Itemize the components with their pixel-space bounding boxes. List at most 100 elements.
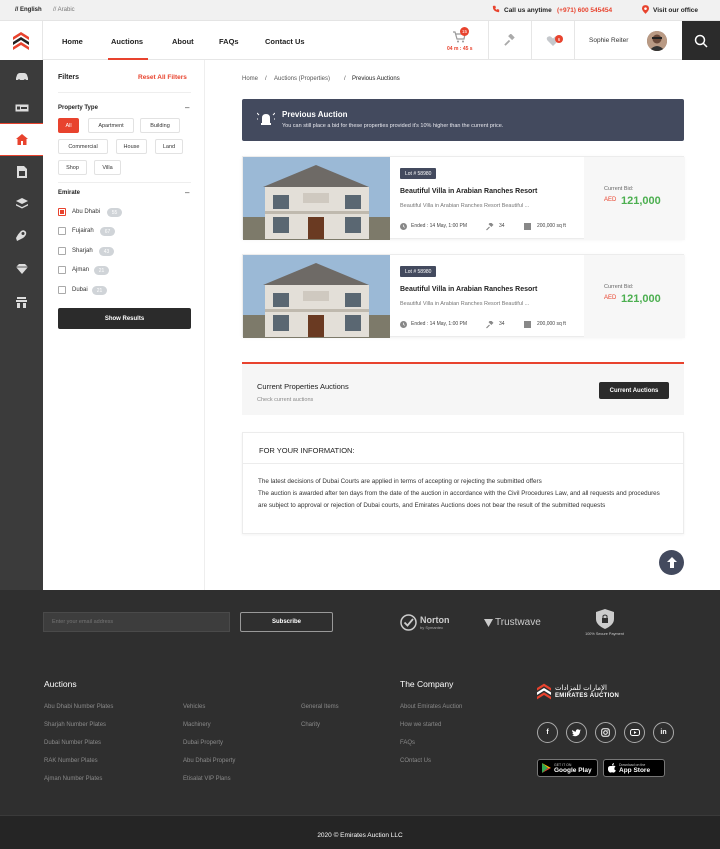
plate-icon <box>15 104 28 112</box>
footer-link[interactable]: Etisalat VIP Plans <box>183 776 231 782</box>
footer-link[interactable]: About Emirates Auction <box>400 704 462 710</box>
collapse-icon[interactable]: – <box>185 188 189 197</box>
type-chip-commercial[interactable]: Commercial <box>58 139 108 154</box>
divider <box>58 182 191 183</box>
type-chip-house[interactable]: House <box>116 139 147 154</box>
breadcrumb-sep: / <box>344 76 346 82</box>
footer-link[interactable]: Charity <box>301 722 320 728</box>
visit-office-link[interactable]: Visit our office <box>653 7 698 14</box>
emirate-label: Fujairah <box>72 228 94 234</box>
category-vip-numbers[interactable] <box>0 156 43 188</box>
type-chip-land[interactable]: Land <box>155 139 183 154</box>
call-phone[interactable]: (+971) 600 545454 <box>557 7 612 14</box>
current-auctions-button[interactable]: Current Auctions <box>599 382 669 399</box>
card-title[interactable]: Beautiful Villa in Arabian Ranches Resor… <box>400 286 537 293</box>
filters-title: Filters <box>58 74 80 81</box>
type-chip-building[interactable]: Building <box>140 118 180 133</box>
layers-icon <box>15 198 28 209</box>
footer-link[interactable]: FAQs <box>400 740 415 746</box>
type-chip-villa[interactable]: Villa <box>94 160 121 175</box>
norton-label: Norton <box>420 615 450 625</box>
footer-link[interactable]: RAK Number Plates <box>44 758 98 764</box>
app-store-button[interactable]: Download on the App Store <box>603 759 665 777</box>
collapse-icon[interactable]: – <box>185 103 189 112</box>
auction-card[interactable]: Lot # 58980 Beautiful Villa in Arabian R… <box>242 254 685 338</box>
instagram-icon[interactable] <box>595 722 616 743</box>
avatar[interactable] <box>647 31 667 51</box>
emirate-checkbox-sharjah[interactable] <box>58 247 66 255</box>
category-charity[interactable] <box>0 220 43 252</box>
scroll-top-button[interactable] <box>659 550 684 575</box>
linkedin-icon[interactable]: in <box>653 722 674 743</box>
emirate-count: 67 <box>100 227 115 236</box>
google-play-button[interactable]: GET IT ON Google Play <box>537 759 598 777</box>
current-auctions-subtitle: Check current auctions <box>257 397 314 403</box>
footer-link[interactable]: How we started <box>400 722 441 728</box>
user-name[interactable]: Sophie Reiter <box>589 37 628 44</box>
machinery-icon <box>16 296 27 308</box>
category-general[interactable] <box>0 188 43 220</box>
category-plates[interactable] <box>0 92 43 124</box>
youtube-icon[interactable] <box>624 722 645 743</box>
shield-lock-icon <box>595 609 614 629</box>
current-auctions-box: Current Properties Auctions Check curren… <box>242 362 684 415</box>
emirate-checkbox-fujairah[interactable] <box>58 227 66 235</box>
show-results-button[interactable]: Show Results <box>58 308 191 329</box>
category-vehicles[interactable] <box>0 61 43 93</box>
twitter-icon[interactable] <box>566 722 587 743</box>
footer-link[interactable]: Machinery <box>183 722 211 728</box>
breadcrumb-auctions[interactable]: Auctions (Properties) <box>274 76 330 82</box>
emirate-label: Dubai <box>72 287 88 293</box>
subscribe-button[interactable]: Subscribe <box>240 612 333 632</box>
watchlist-button[interactable] <box>531 21 575 60</box>
card-title[interactable]: Beautiful Villa in Arabian Ranches Resor… <box>400 188 537 195</box>
reset-filters-link[interactable]: Reset All Filters <box>138 74 187 81</box>
category-property[interactable] <box>0 123 43 156</box>
type-chip-apartment[interactable]: Apartment <box>88 118 134 133</box>
location-pin-icon <box>642 5 649 16</box>
emirate-checkbox-ajman[interactable] <box>58 266 66 274</box>
google-big-text: Google Play <box>554 766 592 774</box>
nav-home[interactable]: Home <box>62 37 83 46</box>
lang-arabic-link[interactable]: // Arabic <box>53 7 75 13</box>
clock-icon <box>400 321 407 330</box>
type-chip-shop[interactable]: Shop <box>58 160 87 175</box>
footer-link[interactable]: Dubai Property <box>183 740 223 746</box>
footer-link[interactable]: Abu Dhabi Property <box>183 758 235 764</box>
auction-card[interactable]: Lot # 58980 Beautiful Villa in Arabian R… <box>242 156 685 240</box>
lang-english-link[interactable]: // English <box>15 7 42 13</box>
breadcrumb-home[interactable]: Home <box>242 76 258 82</box>
google-play-icon <box>542 763 551 773</box>
facebook-icon[interactable]: f <box>537 722 558 743</box>
nav-about[interactable]: About <box>172 37 194 46</box>
footer-company-title: The Company <box>400 679 454 689</box>
nav-contact[interactable]: Contact Us <box>265 37 305 46</box>
footer-link[interactable]: COntact Us <box>400 758 431 764</box>
emirate-count: 21 <box>92 286 107 295</box>
nav-auctions[interactable]: Auctions <box>111 37 143 46</box>
emirate-checkbox-dubai[interactable] <box>58 286 66 294</box>
footer-link[interactable]: General Items <box>301 704 339 710</box>
bid-gavel-button[interactable] <box>488 21 531 60</box>
footer-link[interactable]: Dubai Number Plates <box>44 740 101 746</box>
area-icon <box>524 321 531 330</box>
logo-mark-icon <box>537 683 551 700</box>
footer-link[interactable]: Abu Dhabi Number Plates <box>44 704 113 710</box>
currency-label: AED <box>604 295 617 301</box>
card-description: Beautiful Villa in Arabian Ranches Resor… <box>400 301 530 307</box>
type-chip-all[interactable]: All <box>58 118 79 133</box>
footer-link[interactable]: Vehicles <box>183 704 205 710</box>
logo-mark-icon <box>13 31 29 50</box>
emirate-checkbox-abu-dhabi[interactable] <box>58 208 66 216</box>
site-logo[interactable] <box>0 21 43 60</box>
footer-link[interactable]: Sharjah Number Plates <box>44 722 106 728</box>
newsletter-email-input[interactable] <box>43 612 230 632</box>
nav-faqs[interactable]: FAQs <box>219 37 239 46</box>
category-jewelry[interactable] <box>0 253 43 285</box>
info-text-1: The latest decisions of Dubai Courts are… <box>258 478 542 485</box>
footer-link[interactable]: Ajman Number Plates <box>44 776 102 782</box>
emirate-count: 43 <box>99 247 114 256</box>
gavel-icon <box>486 320 494 331</box>
search-button[interactable] <box>682 21 720 60</box>
category-machinery[interactable] <box>0 286 43 318</box>
